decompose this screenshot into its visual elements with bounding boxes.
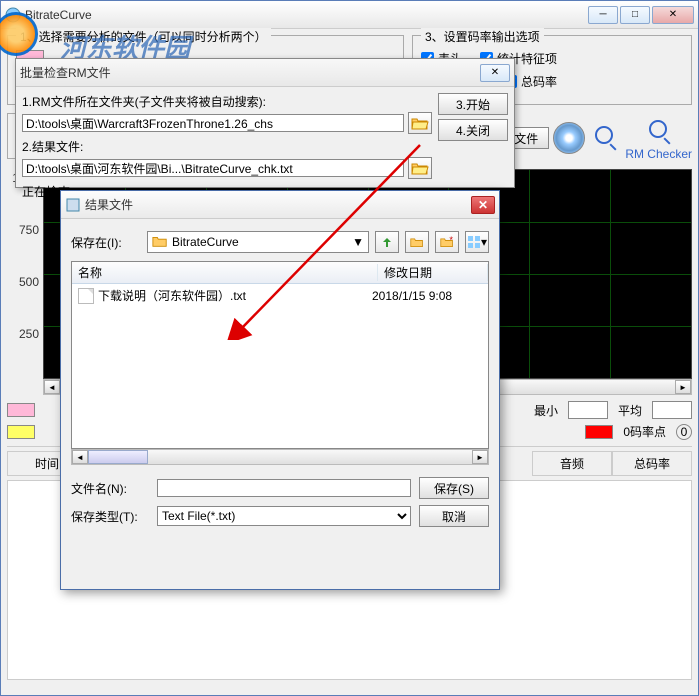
filename-input[interactable] [157,479,411,497]
batch-path2[interactable] [22,159,404,177]
save-dialog-icon [65,197,81,213]
batch-label2: 2.结果文件: [22,138,432,155]
col-name[interactable]: 名称 [72,264,378,281]
scroll-right-icon[interactable]: ► [675,380,691,394]
legend-red [585,425,613,439]
save-title: 结果文件 [85,196,471,213]
folder-icon [152,234,168,251]
browse-folder-2-button[interactable] [408,157,432,179]
batch-label1: 1.RM文件所在文件夹(子文件夹将被自动搜索): [22,93,432,110]
scroll-right-icon[interactable]: ► [472,450,488,464]
zero-icon: 0 [676,424,692,440]
save-in-value[interactable]: BitrateCurve [168,235,352,249]
yaxis-250: 250 [19,327,39,341]
batch-path1[interactable] [22,114,404,132]
list-hscroll[interactable]: ◄ ► [71,449,489,465]
go-up-button[interactable] [375,231,399,253]
batch-close-button[interactable]: ✕ [480,64,510,82]
rm-checker-icon[interactable] [643,116,675,148]
scroll-left-icon[interactable]: ◄ [72,450,88,464]
main-titlebar: BitrateCurve ─ □ ✕ [1,1,698,29]
list-item[interactable]: 下载说明（河东软件园）.txt 2018/1/15 9:08 [72,284,488,307]
folder-open-icon-2 [411,161,429,175]
file-name: 下载说明（河东软件园）.txt [98,287,372,304]
scroll-left-icon[interactable]: ◄ [44,380,60,394]
yaxis-750: 750 [19,223,39,237]
batch-start-button[interactable]: 3.开始 [438,93,508,115]
magnify-icon[interactable] [589,122,621,154]
file-date: 2018/1/15 9:08 [372,289,482,303]
close-button[interactable]: ✕ [652,6,694,24]
cd-icon-2[interactable] [553,122,585,154]
filetype-label: 保存类型(T): [71,508,149,525]
save-close-button[interactable]: ✕ [471,196,495,214]
col-date[interactable]: 修改日期 [378,264,488,281]
batch-title: 批量检查RM文件 [20,64,480,81]
folder-open-icon [411,116,429,130]
new-folder-button[interactable]: * [435,231,459,253]
view-menu-button[interactable]: ▾ [465,231,489,253]
cancel-button[interactable]: 取消 [419,505,489,527]
legend-pink [7,403,35,417]
batch-check-dialog: 批量检查RM文件 ✕ 1.RM文件所在文件夹(子文件夹将被自动搜索): 2.结果… [15,58,515,188]
minimize-button[interactable]: ─ [588,6,618,24]
section1-title: 1、选择需要分析的文件（可以同时分析两个） [16,28,271,45]
lbl-zero-rate: 0码率点 [623,423,666,440]
maximize-button[interactable]: □ [620,6,650,24]
yaxis-500: 500 [19,275,39,289]
batch-close-button2[interactable]: 4.关闭 [438,119,508,141]
svg-text:*: * [449,235,453,245]
save-button[interactable]: 保存(S) [419,477,489,499]
lbl-avg: 平均 [618,402,642,419]
save-in-label: 保存在(I): [71,234,141,251]
filetype-select[interactable]: Text File(*.txt) [157,506,411,526]
filename-label: 文件名(N): [71,480,149,497]
main-title: BitrateCurve [25,8,588,22]
dropdown-icon[interactable]: ▼ [352,235,364,249]
lbl-total: 总码率 [612,451,692,476]
legend-yellow [7,425,35,439]
text-file-icon [78,288,94,304]
file-list[interactable]: 名称 修改日期 下载说明（河东软件园）.txt 2018/1/15 9:08 [71,261,489,449]
browse-folder-1-button[interactable] [408,112,432,134]
section3-title: 3、设置码率输出选项 [421,28,544,45]
min-value[interactable] [568,401,608,419]
rm-checker-label: RM Checker [625,148,692,160]
lbl-min: 最小 [534,402,558,419]
save-file-dialog: 结果文件 ✕ 保存在(I): BitrateCurve ▼ * ▾ 名称 修改日… [60,190,500,590]
recent-button[interactable] [405,231,429,253]
lbl-audio: 音频 [532,451,612,476]
avg-value[interactable] [652,401,692,419]
